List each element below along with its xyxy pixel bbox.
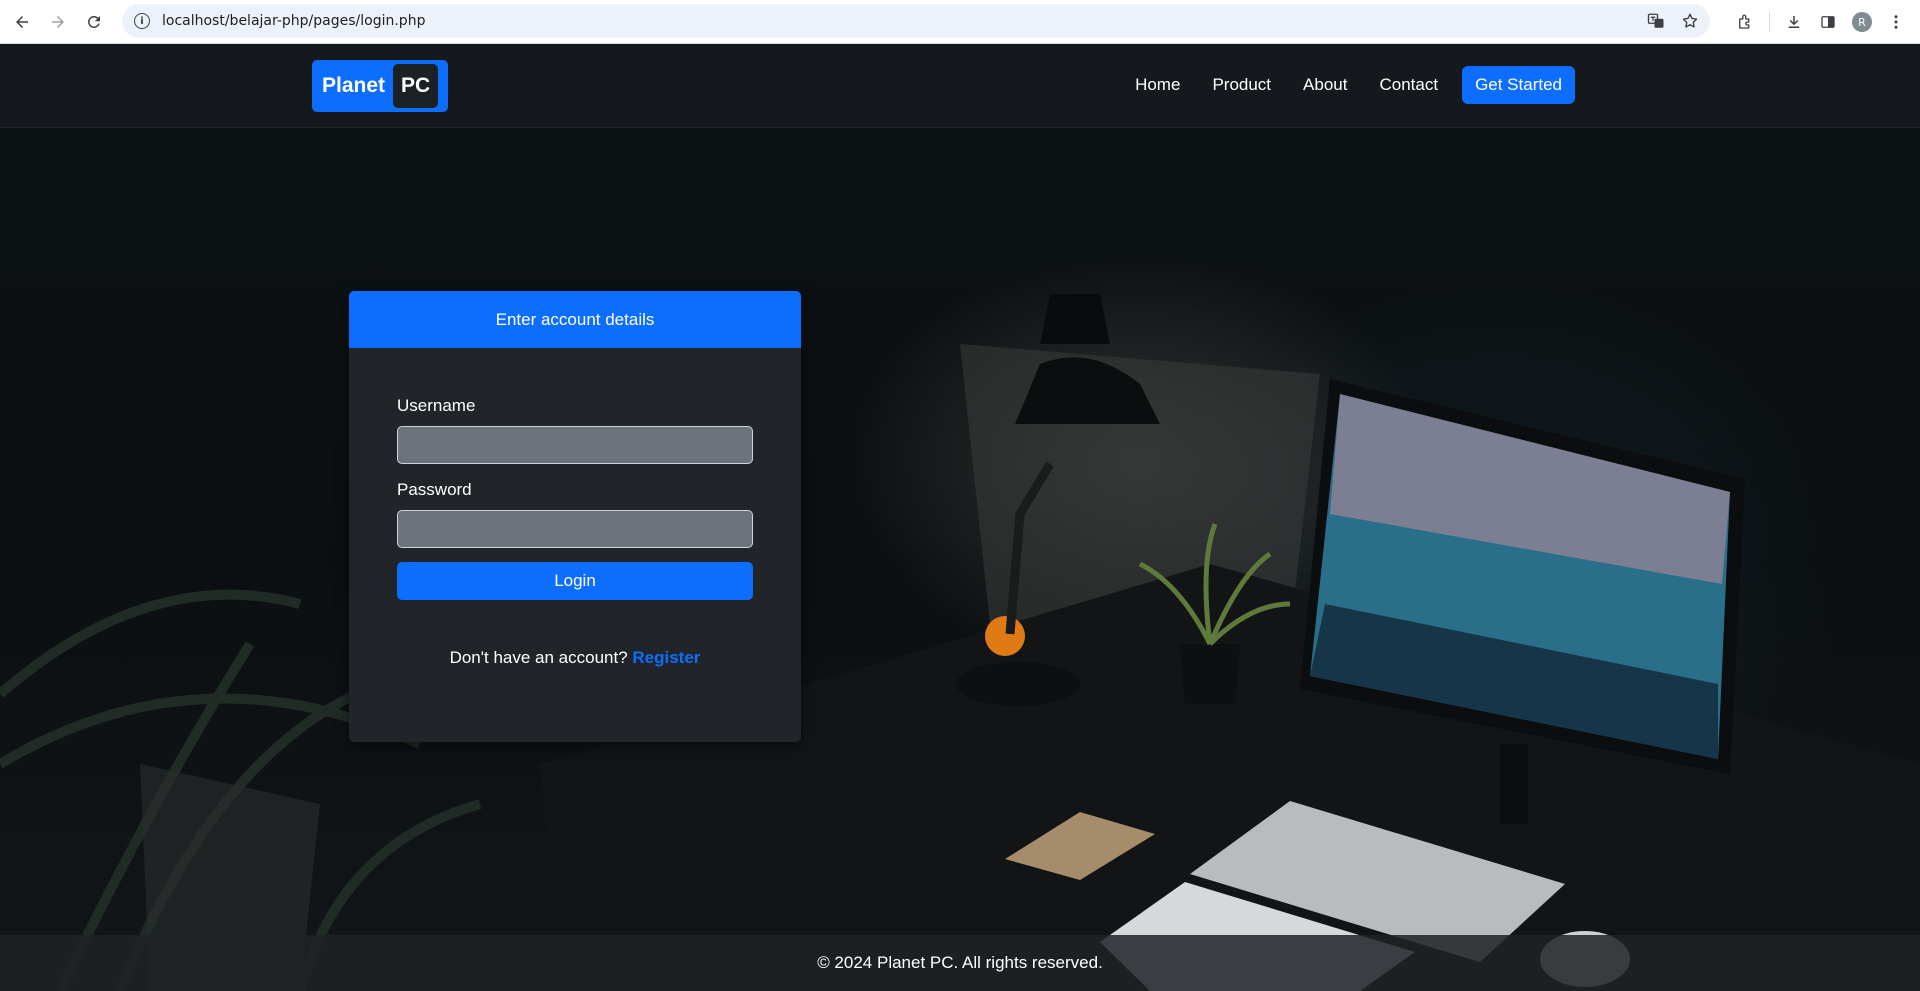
more-menu-icon[interactable] [1886,12,1906,32]
download-icon[interactable] [1784,12,1804,32]
nav-link-home[interactable]: Home [1135,75,1180,95]
site-info-icon[interactable]: i [134,13,150,29]
footer-copyright: © 2024 Planet PC. All rights reserved. [817,953,1103,972]
nav-link-contact[interactable]: Contact [1379,75,1438,95]
side-panel-icon[interactable] [1818,12,1838,32]
back-icon[interactable] [4,4,40,40]
site-navbar: Planet PC Home Product About Contact Get… [0,44,1920,128]
logo[interactable]: Planet PC [312,60,449,112]
site-footer: © 2024 Planet PC. All rights reserved. [0,935,1920,991]
register-link[interactable]: Register [632,648,700,667]
nav-menu: Home Product About Contact Get Started [1103,66,1575,104]
browser-toolbar: i localhost/belajar-php/pages/login.php … [0,0,1920,44]
login-card-header: Enter account details [349,291,801,348]
register-prompt: Don't have an account? Register [397,648,753,668]
register-prompt-text: Don't have an account? [449,648,628,667]
username-input[interactable] [397,426,753,464]
nav-link-product[interactable]: Product [1212,75,1271,95]
page: Planet PC Home Product About Contact Get… [0,44,1920,991]
nav-link-about[interactable]: About [1303,75,1347,95]
password-input[interactable] [397,510,753,548]
url-text[interactable]: localhost/belajar-php/pages/login.php [162,13,425,29]
profile-avatar[interactable]: R [1852,12,1872,32]
login-button[interactable]: Login [397,562,753,600]
get-started-button[interactable]: Get Started [1462,66,1575,104]
reload-icon[interactable] [76,4,112,40]
address-bar[interactable]: i localhost/belajar-php/pages/login.php [122,4,1710,38]
logo-text-pc: PC [393,64,439,108]
forward-icon[interactable] [40,4,76,40]
bookmark-star-icon[interactable] [1680,11,1700,31]
username-label: Username [397,396,476,415]
desk-scene-image [0,294,1920,991]
toolbar-divider [1769,12,1770,32]
logo-text-planet: Planet [322,74,386,97]
translate-icon[interactable] [1646,11,1666,31]
extensions-icon[interactable] [1735,12,1755,32]
login-form: Username Password Login Don't have an ac… [349,348,801,668]
password-label: Password [397,480,472,499]
login-card: Enter account details Username Password … [349,291,801,742]
